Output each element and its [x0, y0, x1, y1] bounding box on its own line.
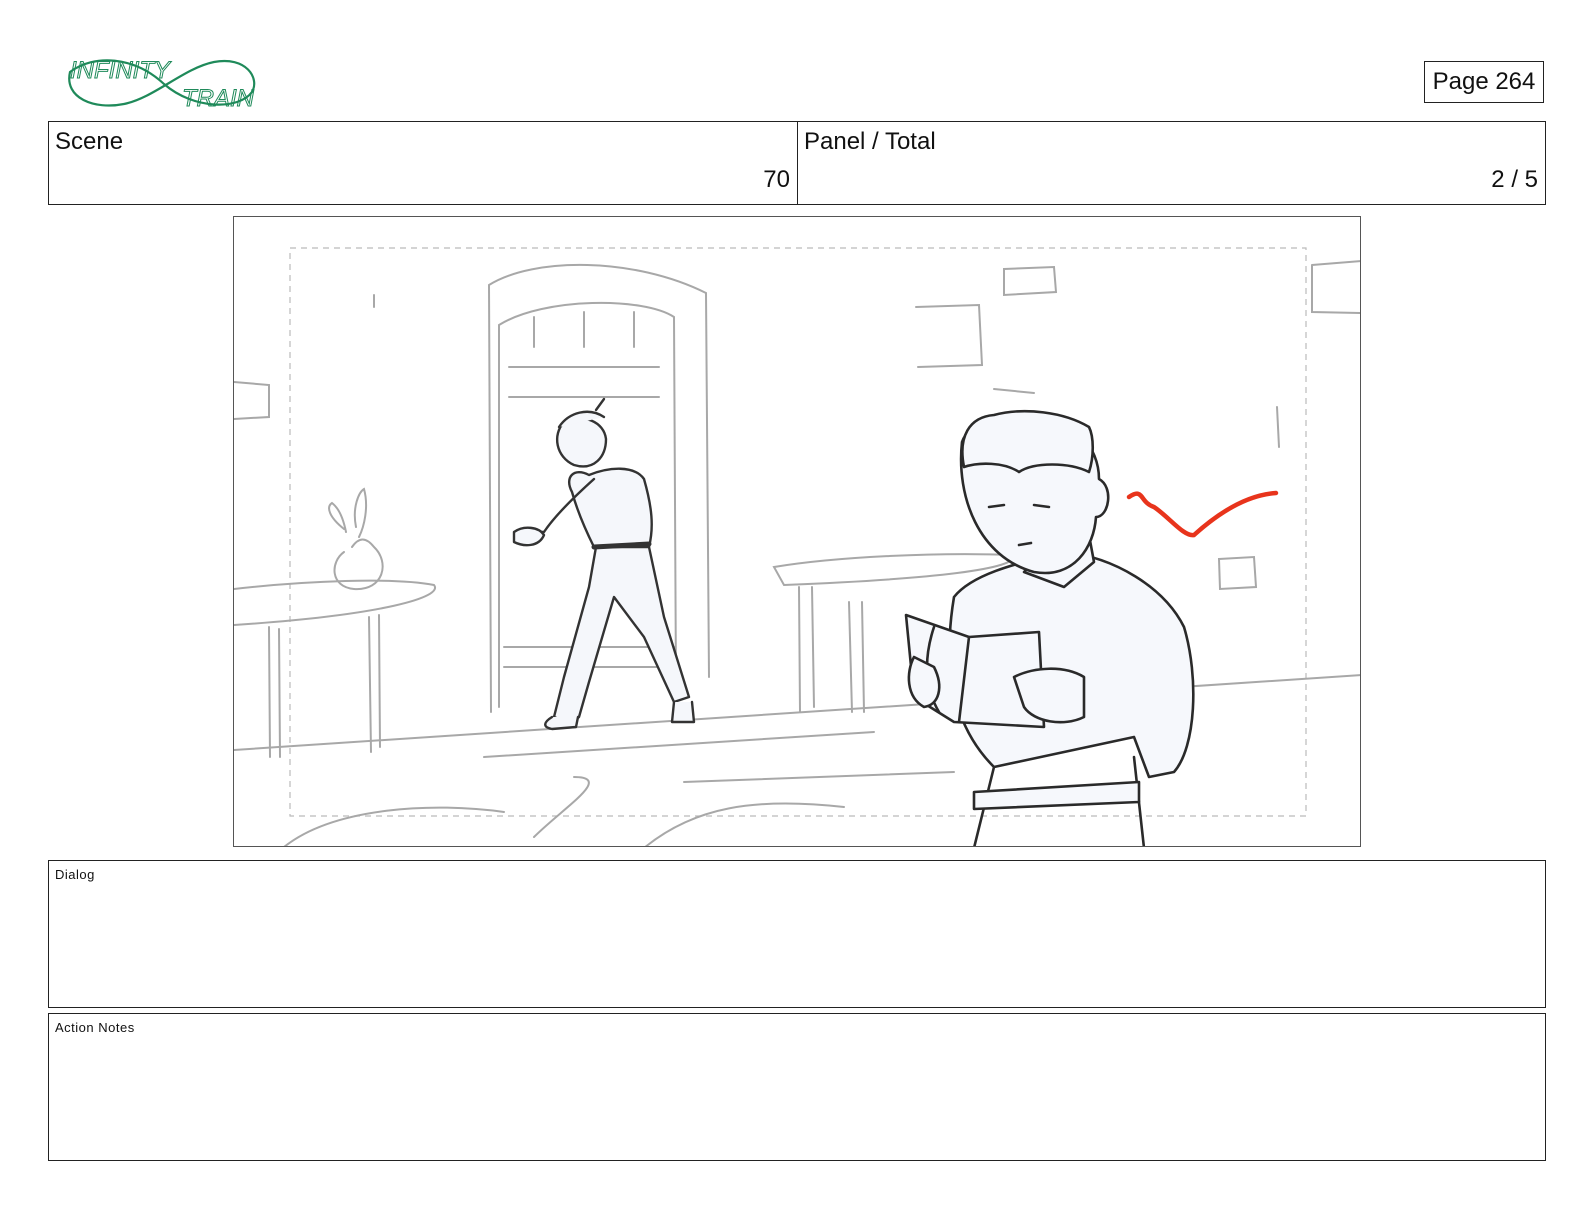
svg-text:INFINITY: INFINITY: [70, 57, 172, 84]
logo-graphic: INFINITY TRAIN: [68, 57, 256, 113]
panel-value: 2 / 5: [1491, 166, 1538, 193]
boy-reading-figure: [904, 409, 1195, 846]
panel-label: Panel / Total: [804, 128, 936, 155]
background-sketch: [234, 260, 1360, 846]
action-notes-label: Action Notes: [55, 1020, 135, 1035]
dialog-box[interactable]: Dialog: [48, 860, 1546, 1008]
red-motion-accent: [1126, 490, 1279, 538]
page-number: Page 264: [1424, 61, 1544, 103]
infinity-train-logo: INFINITY TRAIN: [64, 52, 264, 114]
dialog-label: Dialog: [55, 867, 95, 882]
scene-label: Scene: [55, 128, 124, 155]
storyboard-panel-image: [233, 216, 1361, 847]
scene-panel-header: Scene 70 Panel / Total 2 / 5: [48, 121, 1546, 205]
action-notes-box[interactable]: Action Notes: [48, 1013, 1546, 1161]
storyboard-sketch: [234, 247, 1360, 846]
page-number-label: Page 264: [1432, 68, 1536, 95]
svg-text:TRAIN: TRAIN: [182, 85, 255, 112]
scene-cell: Scene 70: [49, 122, 798, 204]
panel-cell: Panel / Total 2 / 5: [798, 122, 1545, 204]
running-figure: [512, 397, 696, 731]
scene-value: 70: [763, 166, 790, 193]
